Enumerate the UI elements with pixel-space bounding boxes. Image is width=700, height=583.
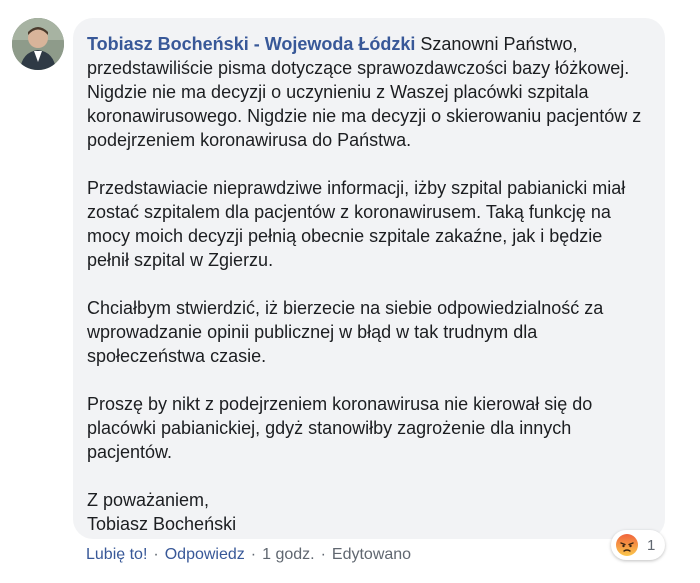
reply-button[interactable]: Odpowiedz [165,546,245,564]
comment-paragraph: Proszę by nikt z podejrzeniem koronawiru… [87,394,593,462]
timestamp[interactable]: 1 godz. [262,546,314,564]
separator: · [320,546,326,563]
avatar[interactable] [12,18,64,70]
separator: · [250,546,257,563]
separator: · [153,546,159,563]
angry-reaction-icon [615,533,639,557]
comment-paragraph: Przedstawiacie nieprawdziwe informacji, … [87,178,626,270]
author-name[interactable]: Tobiasz Bocheński - Wojewoda Łódzki [87,34,415,54]
comment-paragraph: Tobiasz Bocheński - Wojewoda Łódzki Szan… [87,32,647,152]
signoff-greeting: Z poważaniem, [87,490,210,510]
reaction-summary[interactable]: 1 [611,530,666,560]
comment-actions: Lubię to! · Odpowiedz · 1 godz. · Edytow… [86,546,411,564]
like-button[interactable]: Lubię to! [86,546,147,564]
reaction-count: 1 [647,536,656,554]
comment-paragraph: Chciałbym stwierdzić, iż bierzecie na si… [87,298,604,366]
comment-bubble: Tobiasz Bocheński - Wojewoda Łódzki Szan… [73,18,665,539]
edited-label[interactable]: Edytowano [332,546,411,564]
signoff-name: Tobiasz Bocheński [87,514,237,534]
signoff: Z poważaniem, Tobiasz Bocheński [87,488,647,536]
